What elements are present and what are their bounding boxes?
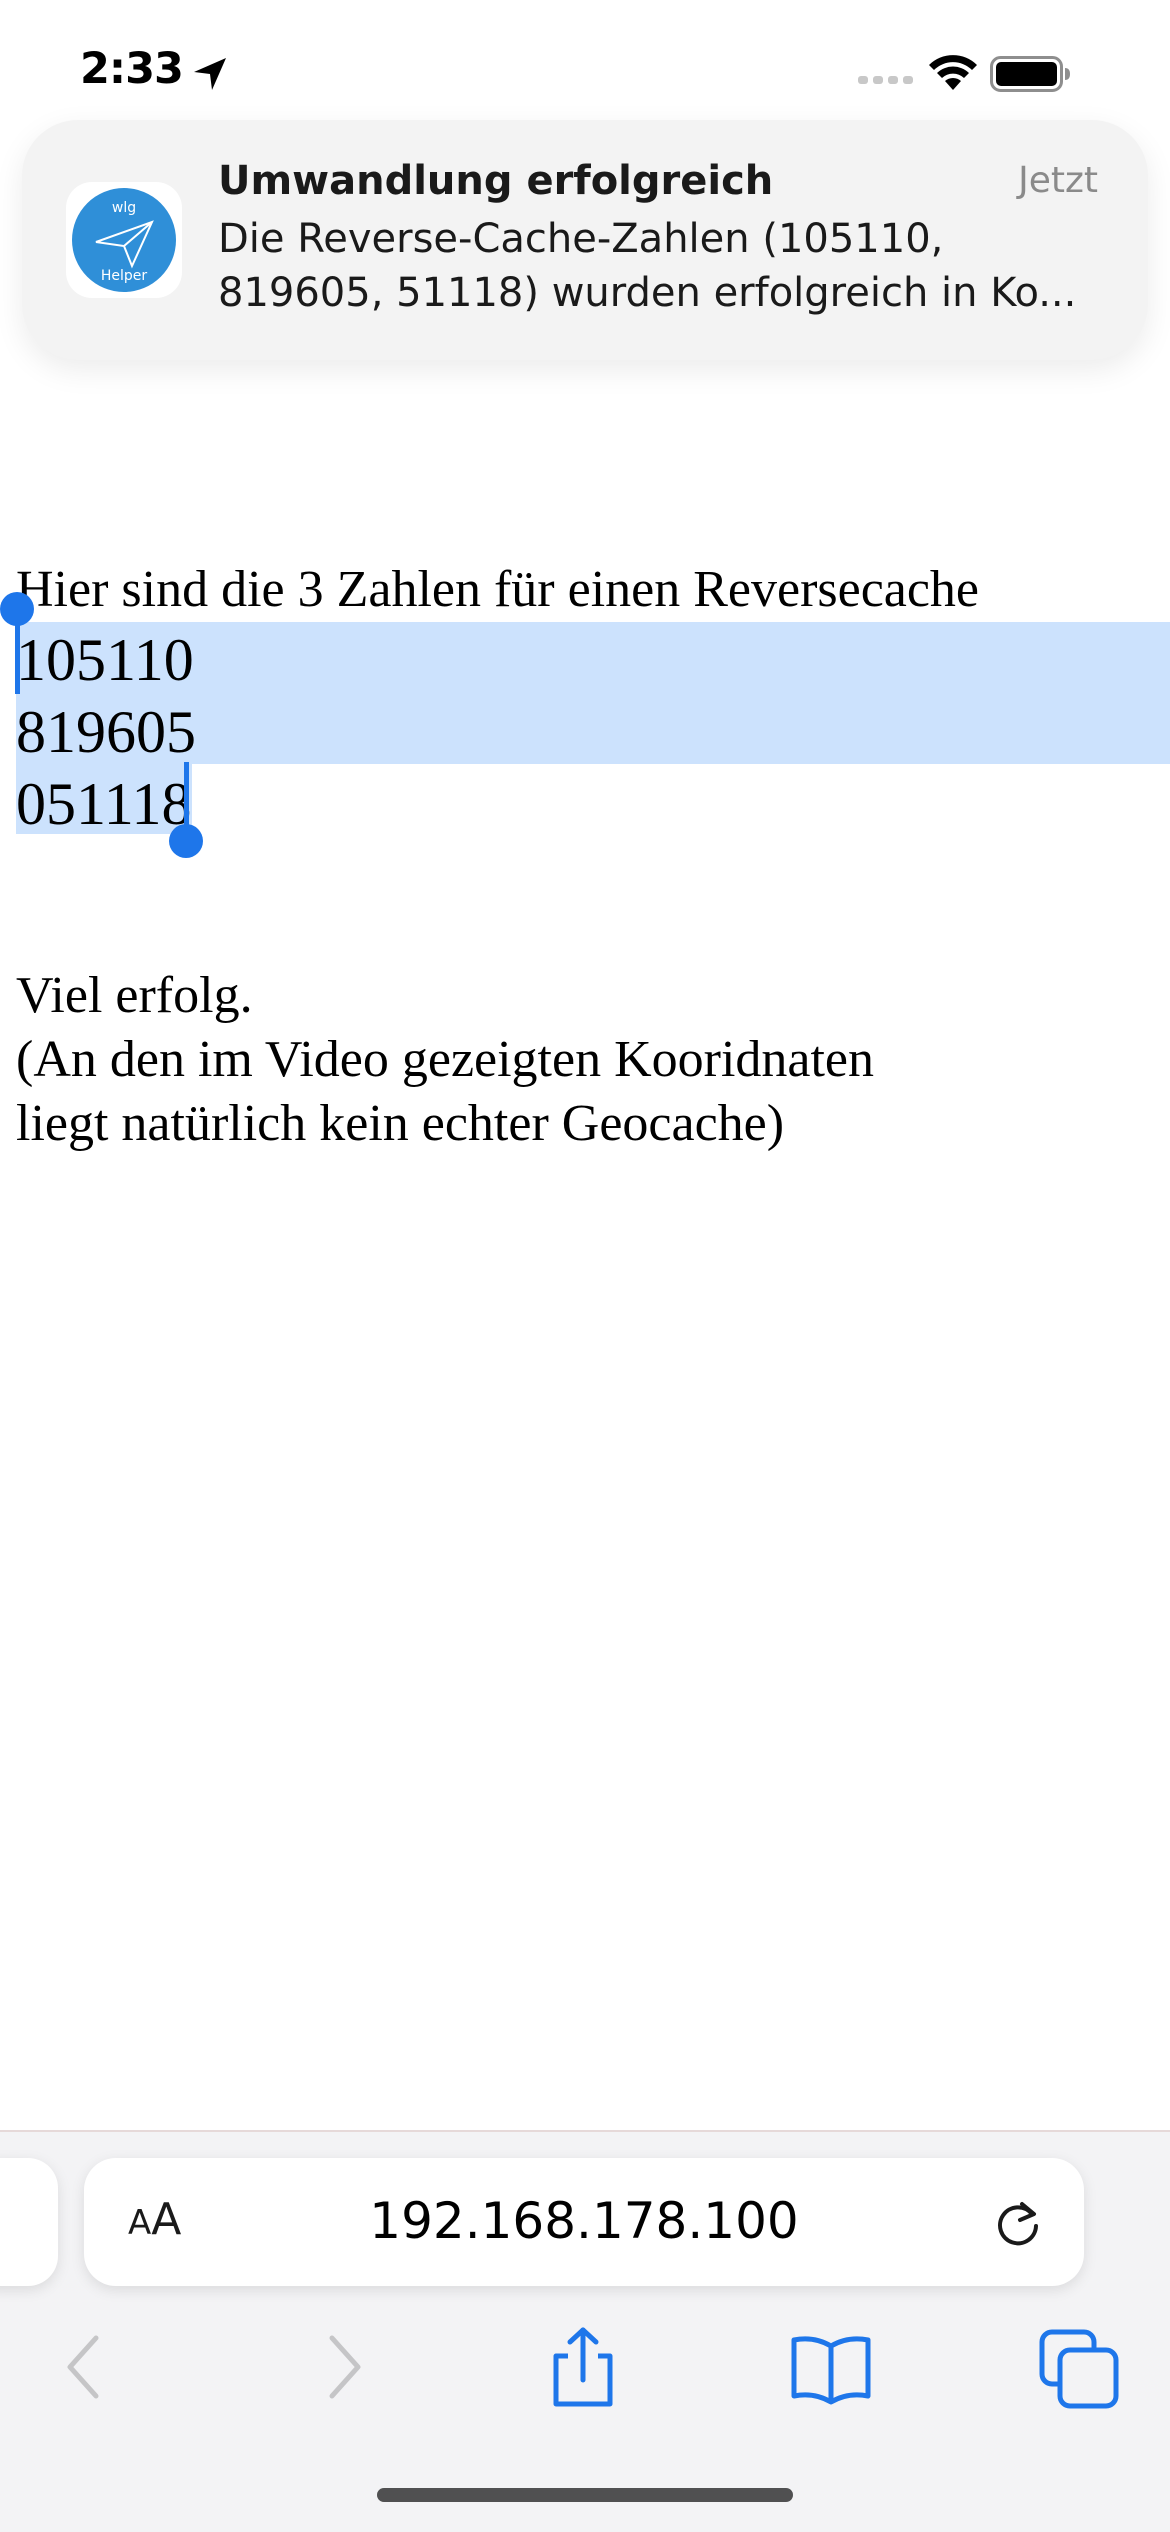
tabs-icon[interactable] bbox=[1034, 2322, 1124, 2412]
app-icon-label-top: wlg bbox=[112, 200, 136, 216]
selection-start-caret bbox=[15, 618, 20, 694]
outro-line-3: liegt natürlich kein echter Geocache) bbox=[16, 1095, 785, 1152]
outro-line-2: (An den im Video gezeigten Kooridnaten bbox=[16, 1031, 874, 1088]
status-time: 2:33 bbox=[80, 44, 184, 94]
location-arrow-icon bbox=[194, 58, 226, 90]
home-indicator[interactable] bbox=[377, 2488, 793, 2502]
previous-tab-card[interactable] bbox=[0, 2158, 58, 2286]
reload-icon[interactable] bbox=[992, 2198, 1044, 2250]
notification-body-line: 819605, 51118) wurden erfolgreich in Ko.… bbox=[218, 270, 1077, 316]
notification-body-line: Die Reverse-Cache-Zahlen (105110, bbox=[218, 216, 944, 262]
notification-banner[interactable]: wlg Helper Umwandlung erfolgreich Jetzt … bbox=[22, 120, 1148, 360]
address-bar[interactable]: AA 192.168.178.100 bbox=[84, 2158, 1084, 2286]
share-icon[interactable] bbox=[538, 2322, 628, 2412]
outro-line-1: Viel erfolg. bbox=[16, 967, 253, 1024]
wlg-helper-app-icon: wlg Helper bbox=[66, 182, 182, 298]
intro-text: Hier sind die 3 Zahlen für einen Reverse… bbox=[16, 561, 980, 618]
url-text[interactable]: 192.168.178.100 bbox=[84, 2192, 1084, 2250]
notification-body: Die Reverse-Cache-Zahlen (105110, 819605… bbox=[218, 212, 1098, 320]
number-1: 105110 bbox=[16, 627, 194, 693]
number-3: 051118 bbox=[16, 771, 192, 837]
chevron-right-icon[interactable] bbox=[296, 2322, 386, 2412]
notification-time: Jetzt bbox=[1018, 160, 1098, 201]
status-indicators bbox=[858, 52, 1120, 92]
number-2: 819605 bbox=[16, 699, 196, 765]
safari-page: 2:33 wlg Helper Umwandlung erfolgreich J… bbox=[0, 0, 1170, 2532]
selection-end-handle[interactable] bbox=[169, 824, 203, 858]
battery-icon bbox=[990, 56, 1070, 92]
cellular-signal-icon bbox=[858, 76, 913, 84]
selection-end-caret bbox=[184, 762, 189, 832]
book-icon[interactable] bbox=[786, 2322, 876, 2412]
wifi-icon bbox=[929, 55, 977, 90]
notification-title: Umwandlung erfolgreich bbox=[218, 158, 774, 204]
chevron-left-icon[interactable] bbox=[42, 2322, 132, 2412]
app-icon-label-bottom: Helper bbox=[101, 268, 148, 284]
bottom-toolbar: AA 192.168.178.100 bbox=[0, 2130, 1170, 2532]
